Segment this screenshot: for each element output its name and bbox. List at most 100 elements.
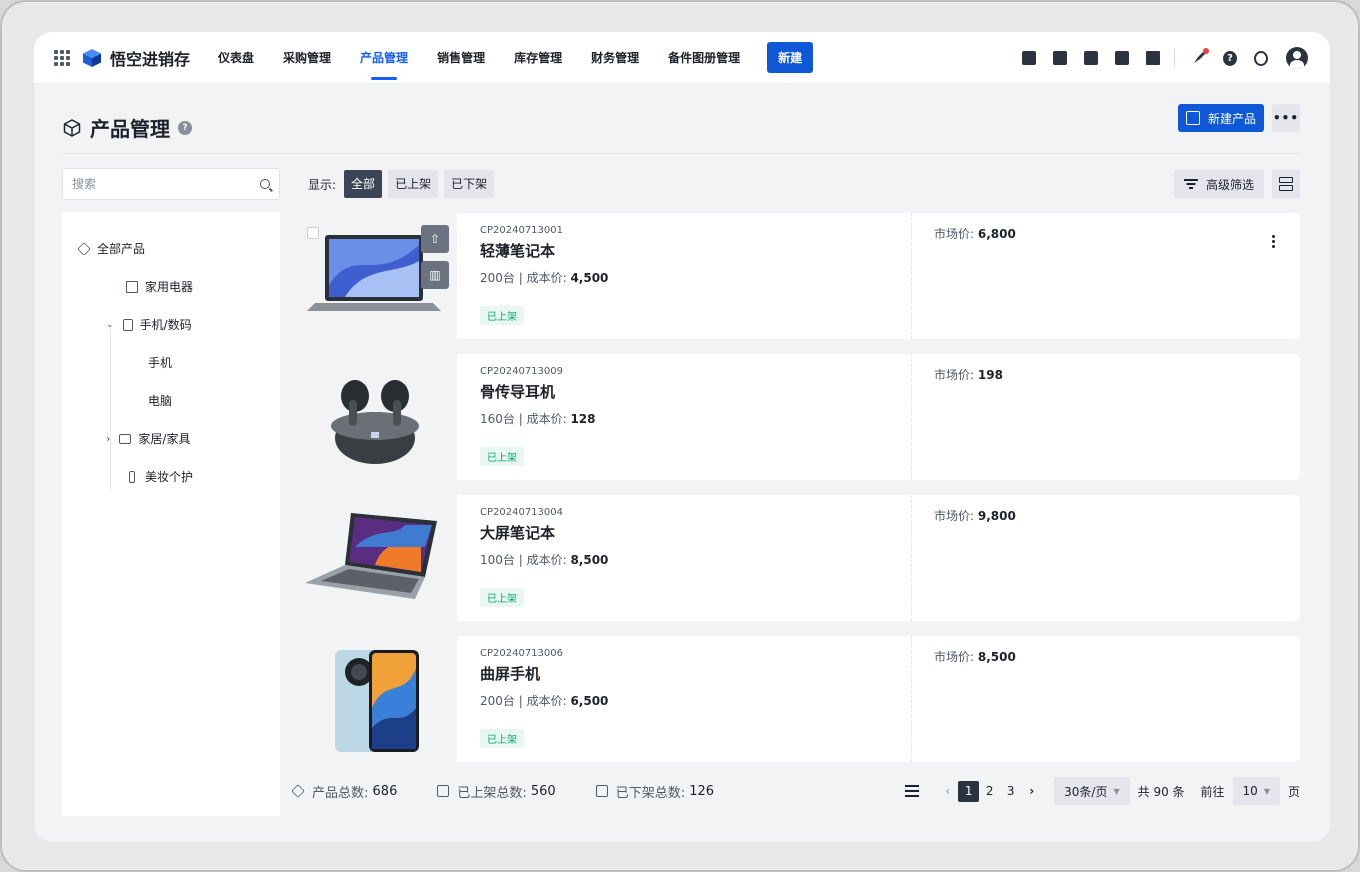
nav-products[interactable]: 产品管理 <box>360 32 408 84</box>
stock-qty: 100台 <box>480 553 515 567</box>
product-info: CP20240713001 轻薄笔记本 200台 | 成本价: 4,500 已上… <box>480 225 608 325</box>
cost-label: 成本价: <box>526 553 567 567</box>
status-badge: 已上架 <box>480 447 524 466</box>
nav-finance[interactable]: 财务管理 <box>591 32 639 84</box>
advanced-filter-button[interactable]: 高级筛选 <box>1173 170 1264 198</box>
goto-page-select[interactable]: 10 ▼ <box>1232 777 1280 805</box>
app-window: 悟空进销存 仪表盘 采购管理 产品管理 销售管理 库存管理 财务管理 备件图册管… <box>34 32 1330 842</box>
filter-icon <box>1183 179 1198 189</box>
filter-all[interactable]: 全部 <box>344 170 383 198</box>
more-actions-button[interactable]: ••• <box>1272 104 1300 132</box>
filter-off-shelf[interactable]: 已下架 <box>444 170 495 198</box>
product-meta: 200台 | 成本价: 6,500 <box>480 694 609 708</box>
cost-label: 成本价: <box>526 694 567 708</box>
card-divider <box>911 636 912 762</box>
nav-parts-catalog[interactable]: 备件图册管理 <box>668 32 740 84</box>
product-code: CP20240713001 <box>480 225 563 236</box>
cost-value: 6,500 <box>570 694 609 708</box>
product-code: CP20240713006 <box>480 648 563 659</box>
help-question-icon[interactable]: ? <box>178 120 192 135</box>
kebab-menu-icon[interactable] <box>1272 235 1276 248</box>
market-value: 6,800 <box>977 227 1016 241</box>
page-1[interactable]: 1 <box>958 780 980 802</box>
product-card[interactable]: CP20240713004 大屏笔记本 100台 | 成本价: 8,500 已上… <box>293 495 1300 621</box>
task-check-icon[interactable] <box>1022 51 1036 65</box>
app-grid-icon[interactable] <box>54 49 70 66</box>
nav-dashboard[interactable]: 仪表盘 <box>218 32 254 84</box>
page-3[interactable]: 3 <box>1000 781 1021 802</box>
product-code: CP20240713009 <box>480 366 563 377</box>
nav-inventory[interactable]: 库存管理 <box>514 32 562 84</box>
tree-item-label: 全部产品 <box>97 242 146 256</box>
product-card[interactable]: ⇧ ▥ CP20240713001 轻薄笔记本 200台 | 成本价: 4,50… <box>293 213 1300 339</box>
help-icon[interactable]: ? <box>1223 50 1237 66</box>
market-price: 市场价: 9,800 <box>934 507 1016 524</box>
product-card[interactable]: CP20240713009 骨传导耳机 160台 | 成本价: 128 已上架 … <box>293 354 1300 480</box>
category-tree: 全部产品 家用电器 ⌄ 手机/数码 手机 电脑 › 家居/家具 美妆个护 <box>62 212 280 816</box>
tree-item-home[interactable]: › 家居/家具 <box>106 430 190 447</box>
stock-qty: 200台 <box>480 694 515 708</box>
tree-item-appliances[interactable]: 家用电器 <box>126 278 193 295</box>
new-product-button[interactable]: 新建产品 <box>1177 104 1264 132</box>
status-badge: 已上架 <box>480 729 524 748</box>
view-toggle-icon[interactable] <box>1272 170 1300 198</box>
select-checkbox[interactable] <box>307 227 319 239</box>
tree-item-phones[interactable]: 手机 <box>148 354 172 371</box>
market-label: 市场价: <box>934 368 975 382</box>
product-name[interactable]: 大屏笔记本 <box>480 522 608 543</box>
tree-item-digital[interactable]: ⌄ 手机/数码 <box>106 316 192 333</box>
tree-guide-line <box>110 330 111 490</box>
market-value: 9,800 <box>977 509 1016 523</box>
next-page-icon[interactable]: › <box>1029 784 1034 798</box>
cost-label: 成本价: <box>526 271 567 285</box>
product-cube-icon <box>63 118 81 137</box>
nav-sales[interactable]: 销售管理 <box>437 32 485 84</box>
chevron-down-icon[interactable]: ⌄ <box>106 320 114 330</box>
user-avatar-icon[interactable] <box>1286 47 1308 69</box>
search-input[interactable] <box>72 177 260 191</box>
chevron-right-icon[interactable]: › <box>106 432 110 445</box>
product-card[interactable]: CP20240713006 曲屏手机 200台 | 成本价: 6,500 已上架… <box>293 636 1300 762</box>
product-info: CP20240713004 大屏笔记本 100台 | 成本价: 8,500 已上… <box>480 507 608 607</box>
page-size-value: 30条/页 <box>1064 784 1108 799</box>
market-label: 市场价: <box>934 227 975 241</box>
shelf-down-icon <box>595 785 608 797</box>
settings-gear-icon[interactable] <box>1254 50 1268 66</box>
tree-item-beauty[interactable]: 美妆个护 <box>126 468 193 485</box>
tree-item-all-products[interactable]: 全部产品 <box>77 240 146 257</box>
product-name[interactable]: 轻薄笔记本 <box>480 240 608 261</box>
nav-new-button[interactable]: 新建 <box>767 42 814 73</box>
filter-on-shelf[interactable]: 已上架 <box>388 170 439 198</box>
upload-icon[interactable]: ⇧ <box>421 225 449 253</box>
stat-label: 已上架总数: <box>457 785 527 801</box>
product-name[interactable]: 曲屏手机 <box>480 663 608 684</box>
market-value: 198 <box>977 368 1003 382</box>
pagination: ‹ 1 2 3 › 30条/页 ▼ 共 90 条 前往 10 ▼ 页 <box>905 774 1300 808</box>
market-label: 市场价: <box>934 509 975 523</box>
list-footer: 产品总数: 686 已上架总数: 560 已下架总数: 126 ‹ 1 2 3 … <box>291 774 1300 808</box>
product-name[interactable]: 骨传导耳机 <box>480 381 596 402</box>
tree-item-label: 手机 <box>148 356 173 370</box>
delete-trash-icon[interactable]: ▥ <box>421 261 449 289</box>
card-divider <box>911 354 912 480</box>
nav-purchase[interactable]: 采购管理 <box>283 32 331 84</box>
tree-item-computers[interactable]: 电脑 <box>148 392 172 409</box>
stock-qty: 200台 <box>480 271 515 285</box>
brand-logo[interactable]: 悟空进销存 <box>82 46 190 70</box>
goto-label: 前往 <box>1200 784 1225 799</box>
notification-bell-icon[interactable] <box>1192 48 1209 65</box>
product-image: ⇧ ▥ <box>293 213 457 339</box>
card-divider <box>911 495 912 621</box>
document-icon[interactable] <box>1053 51 1067 65</box>
stat-on-shelf: 已上架总数: 560 <box>437 782 556 801</box>
calendar-icon[interactable] <box>1146 51 1160 65</box>
note-edit-icon[interactable] <box>1084 51 1098 65</box>
page-2[interactable]: 2 <box>979 781 1000 802</box>
list-view-icon[interactable] <box>905 785 920 797</box>
stat-label: 已下架总数: <box>615 785 686 801</box>
phone-icon[interactable] <box>1115 51 1129 65</box>
prev-page-icon[interactable]: ‹ <box>945 784 950 798</box>
filter-bar: 显示: 全部 已上架 已下架 高级筛选 <box>292 168 1300 200</box>
search-icon[interactable] <box>260 179 270 189</box>
page-size-select[interactable]: 30条/页 ▼ <box>1054 777 1130 805</box>
